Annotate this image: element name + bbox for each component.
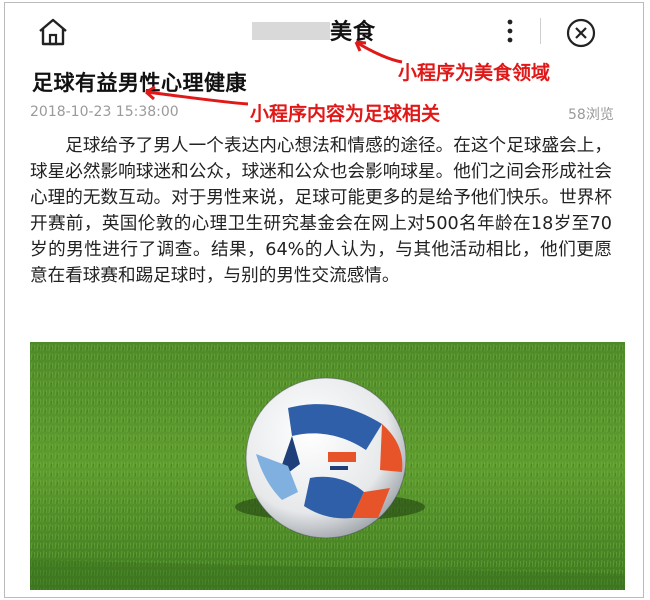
home-icon[interactable] [36, 18, 70, 46]
article-body: 足球给予了男人一个表达内心想法和情感的途径。在这个足球盛会上，球星必然影响球迷和… [30, 136, 612, 286]
annotation-content-note: 小程序内容为足球相关 [248, 99, 443, 126]
soccer-ball-photo [30, 342, 625, 590]
title-redaction [252, 22, 330, 40]
annotation-arrow-to-article [145, 85, 249, 106]
more-vertical-icon[interactable] [501, 16, 519, 46]
close-circle-icon[interactable] [566, 18, 596, 48]
topbar-divider [540, 18, 541, 44]
annotation-domain-note: 小程序为美食领域 [398, 62, 551, 84]
mini-program-topbar: 美食 [0, 0, 650, 56]
article-views: 58浏览 [568, 107, 614, 123]
